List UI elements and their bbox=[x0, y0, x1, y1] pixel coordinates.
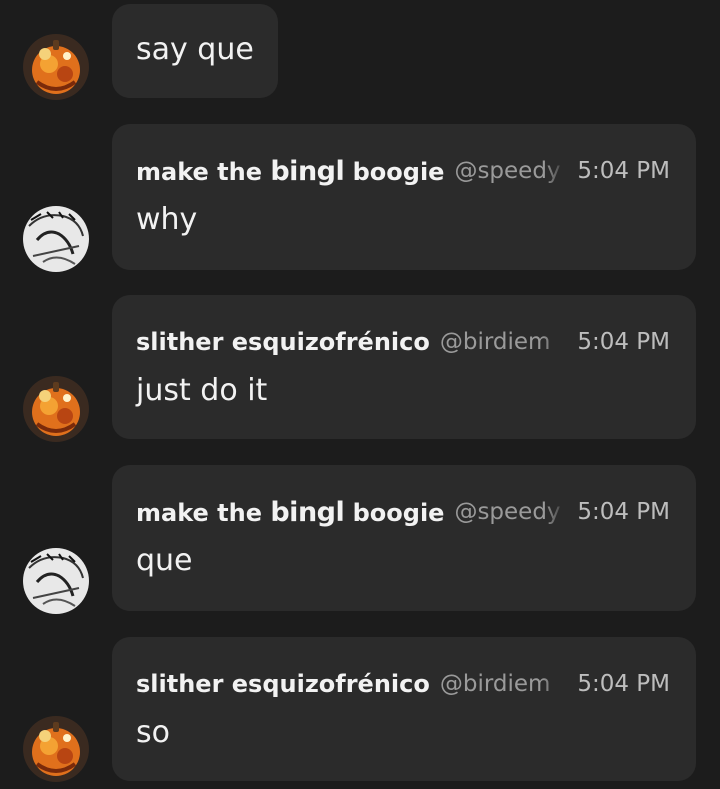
message-time: 5:04 PM bbox=[577, 499, 670, 525]
author-name-prefix: make the bbox=[136, 498, 262, 527]
author-name-suffix: boogie bbox=[352, 498, 445, 527]
message-header: slither esquizofrénico @birdiem 5:04 PM bbox=[136, 327, 670, 357]
sketch-avatar-icon[interactable] bbox=[23, 548, 89, 614]
author-handle: @speedy bbox=[454, 158, 561, 184]
author-name[interactable]: make the bingl boogie bbox=[136, 497, 444, 528]
message-bubble[interactable]: make the bingl boogie @speedy 5:04 PM qu… bbox=[112, 465, 696, 611]
message-text: que bbox=[136, 543, 193, 578]
author-name-bold: bingl bbox=[270, 496, 345, 528]
message-text: say que bbox=[136, 32, 254, 67]
message-header: slither esquizofrénico @birdiem 5:04 PM bbox=[136, 669, 670, 699]
sketch-avatar-icon[interactable] bbox=[23, 206, 89, 272]
chat-thread: say que make the bingl boogie @speedy 5:… bbox=[0, 0, 720, 789]
author-name[interactable]: make the bingl boogie bbox=[136, 156, 444, 187]
message-header: make the bingl boogie @speedy 5:04 PM bbox=[136, 497, 670, 528]
pumpkin-avatar-icon[interactable] bbox=[23, 376, 89, 442]
message-text: just do it bbox=[136, 373, 268, 408]
author-handle: @birdiem bbox=[439, 329, 551, 355]
message-header: make the bingl boogie @speedy 5:04 PM bbox=[136, 156, 670, 187]
author-name[interactable]: slither esquizofrénico bbox=[136, 328, 430, 356]
pumpkin-avatar-icon[interactable] bbox=[23, 716, 89, 782]
message-text: so bbox=[136, 715, 170, 750]
message-bubble[interactable]: make the bingl boogie @speedy 5:04 PM wh… bbox=[112, 124, 696, 270]
message-time: 5:04 PM bbox=[577, 329, 670, 355]
message-time: 5:04 PM bbox=[577, 671, 670, 697]
message-time: 5:04 PM bbox=[577, 158, 670, 184]
author-name-suffix: boogie bbox=[352, 157, 445, 186]
message-text: why bbox=[136, 202, 198, 237]
message-bubble[interactable]: slither esquizofrénico @birdiem 5:04 PM … bbox=[112, 295, 696, 439]
author-handle: @birdiem bbox=[439, 671, 551, 697]
author-name-prefix: make the bbox=[136, 157, 262, 186]
author-name[interactable]: slither esquizofrénico bbox=[136, 670, 430, 698]
author-name-bold: bingl bbox=[270, 155, 345, 187]
author-handle: @speedy bbox=[454, 499, 561, 525]
message-bubble[interactable]: slither esquizofrénico @birdiem 5:04 PM … bbox=[112, 637, 696, 781]
message-bubble[interactable]: say que bbox=[112, 4, 278, 98]
pumpkin-avatar-icon[interactable] bbox=[23, 34, 89, 100]
